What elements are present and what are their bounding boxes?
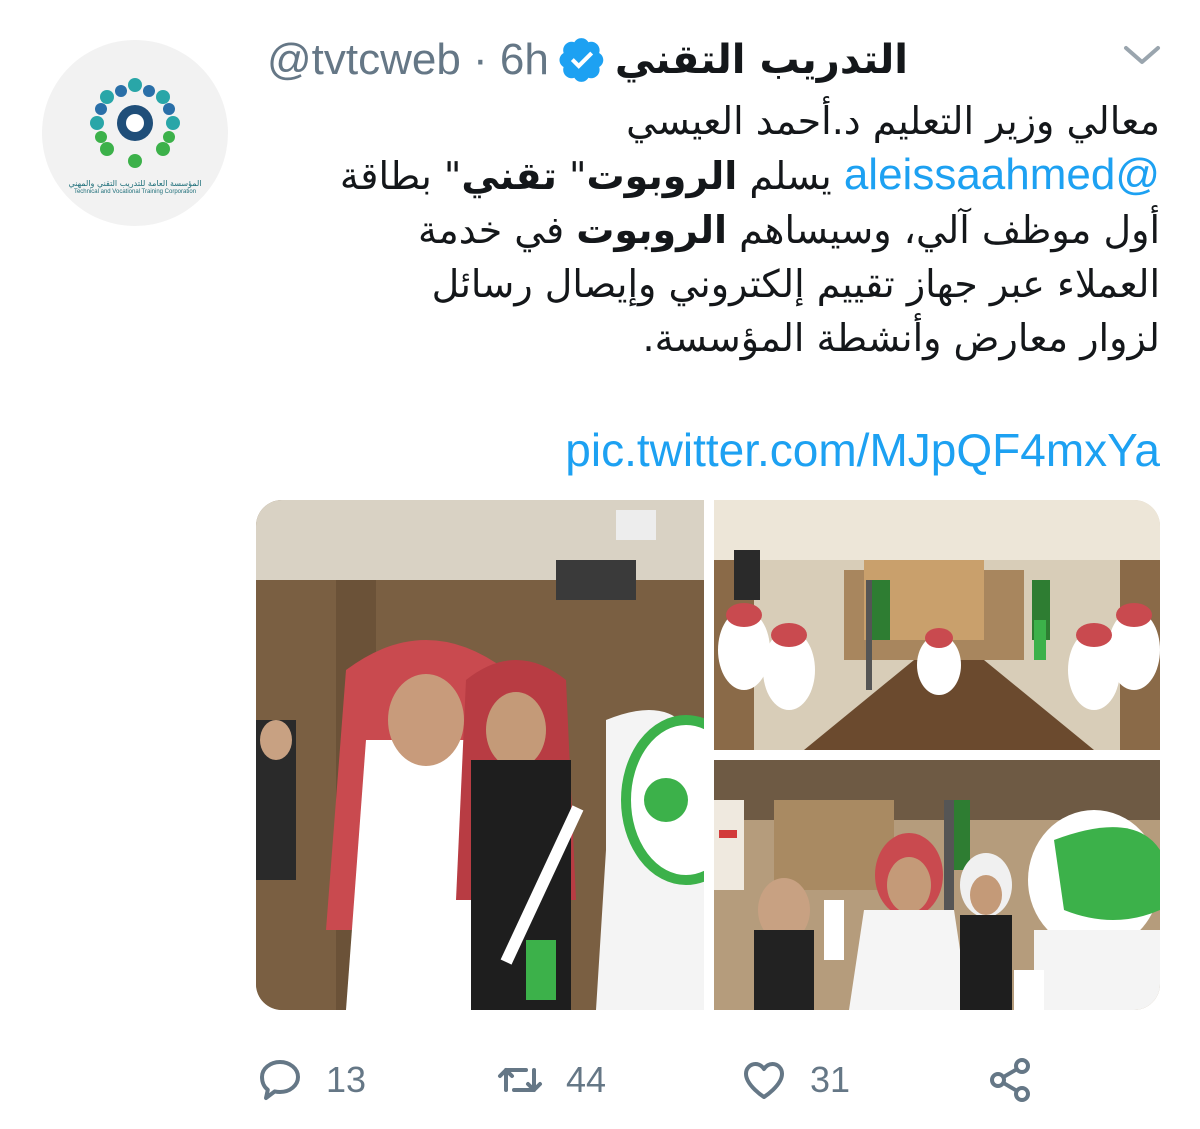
display-name[interactable]: التدريب التقني xyxy=(615,37,908,83)
retweet-button[interactable]: 44 xyxy=(496,1040,606,1120)
separator-dot: · xyxy=(473,35,488,84)
media-grid xyxy=(256,500,1160,1010)
tweet-time[interactable]: 6h xyxy=(500,35,549,84)
tweet-actions: 13 44 31 xyxy=(256,1040,1056,1120)
tweet-line-2-text-b: " xyxy=(556,154,587,198)
photo-group-with-robot[interactable] xyxy=(714,760,1160,1010)
reply-count: 13 xyxy=(326,1059,367,1100)
photo-robot-handover[interactable] xyxy=(256,500,704,1010)
avatar-org-name-ar: المؤسسة العامة للتدريب التقني والمهني xyxy=(68,179,202,188)
chevron-down-icon[interactable] xyxy=(1122,40,1162,70)
retweet-count: 44 xyxy=(566,1059,607,1100)
tweet-line-2-bold-2: تقني xyxy=(461,154,557,198)
photo-meeting-room[interactable] xyxy=(714,500,1160,750)
share-icon xyxy=(990,1058,1030,1102)
tweet-line-4: العملاء عبر جهاز تقييم إلكتروني وإيصال ر… xyxy=(431,262,1160,306)
like-button[interactable]: 31 xyxy=(740,1040,850,1120)
verified-badge-icon xyxy=(559,38,604,82)
tweet-text: معالي وزير التعليم د.أحمد العيسي @aleiss… xyxy=(260,94,1160,365)
pic-link[interactable]: pic.twitter.com/MJpQF4mxYa xyxy=(565,423,1160,477)
handle-and-time[interactable]: @tvtcweb · 6h xyxy=(267,35,549,85)
reply-button[interactable]: 13 xyxy=(256,1040,366,1120)
tweet-line-3-text-a: أول موظف آلي، وسيساهم xyxy=(727,208,1160,252)
avatar-org-name-en: Technical and Vocational Training Corpor… xyxy=(73,189,197,195)
like-count: 31 xyxy=(810,1059,851,1100)
tweet-line-2-text-a: يسلم xyxy=(737,154,844,198)
mention-link[interactable]: @aleissaahmed xyxy=(844,150,1160,199)
tweet-line-2-text-c: " بطاقة xyxy=(339,154,462,198)
tweet-line-3-text-b: في خدمة xyxy=(418,208,577,252)
tweet-line-5: لزوار معارض وأنشطة المؤسسة. xyxy=(642,316,1160,360)
tweet-line-1: معالي وزير التعليم د.أحمد العيسي xyxy=(626,99,1160,143)
tweet-line-2-bold-1: الروبوت xyxy=(586,154,738,198)
tweet-header: @tvtcweb · 6h التدريب التقني xyxy=(267,30,908,90)
retweet-icon xyxy=(498,1068,542,1092)
tweet-line-3: أول موظف آلي، وسيساهم الروبوت في خدمة xyxy=(260,203,1160,257)
user-handle[interactable]: @tvtcweb xyxy=(267,35,461,84)
avatar[interactable]: المؤسسة العامة للتدريب التقني والمهني Te… xyxy=(42,40,228,226)
share-button[interactable] xyxy=(986,1040,1034,1120)
reply-icon xyxy=(260,1060,300,1100)
like-icon xyxy=(744,1062,784,1099)
tweet-line-3-bold: الروبوت xyxy=(576,208,728,252)
organization-logo-icon xyxy=(90,78,180,168)
tweet-line-2: @aleissaahmed يسلم الروبوت" تقني" بطاقة xyxy=(260,148,1160,203)
